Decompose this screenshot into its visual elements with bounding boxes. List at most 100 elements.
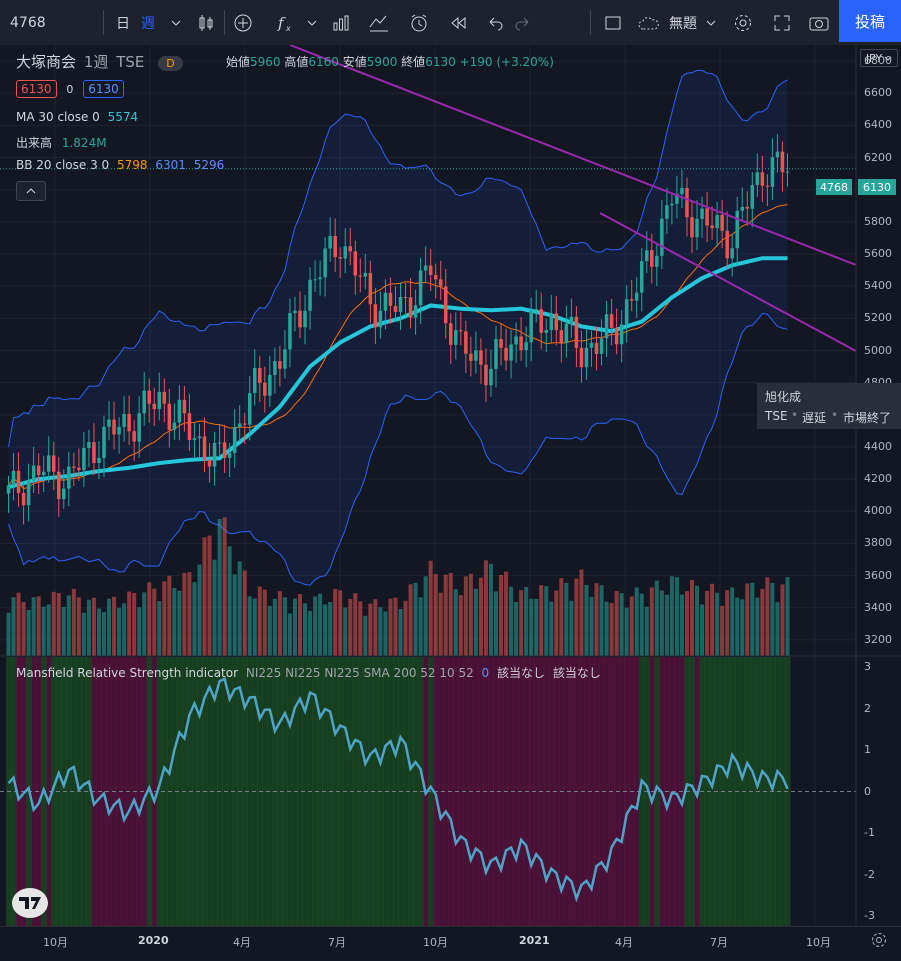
- indicator-value: 0: [481, 666, 490, 680]
- candle-body: [21, 493, 26, 506]
- bb-mid-value: 5798: [117, 158, 148, 172]
- replay-icon[interactable]: [445, 0, 471, 45]
- cloud-icon[interactable]: [638, 0, 660, 45]
- candle-body: [16, 470, 21, 494]
- fullscreen-rect-icon[interactable]: [600, 0, 626, 45]
- volume-bar: [122, 603, 127, 656]
- candle-body: [388, 292, 393, 306]
- volume-bar: [659, 590, 664, 656]
- volume-bar: [564, 582, 569, 656]
- undo-icon[interactable]: [482, 0, 508, 45]
- time-tick-label: 2020: [138, 934, 169, 947]
- high-value: 6160: [308, 55, 339, 69]
- chevron-down-icon[interactable]: [305, 0, 319, 45]
- last-price-tag: 6130: [858, 179, 896, 195]
- volume-bar: [157, 601, 162, 656]
- bb-legend[interactable]: BB 20 close 3 0 5798 6301 5296: [16, 158, 224, 172]
- candle-body: [700, 208, 704, 219]
- alert-icon[interactable]: [406, 0, 432, 45]
- candle-body: [338, 257, 342, 259]
- volume-bar: [11, 597, 16, 656]
- camera-icon[interactable]: [806, 0, 832, 45]
- volume-bar: [277, 591, 282, 656]
- candle-body: [720, 215, 724, 231]
- candle-body: [785, 171, 790, 173]
- candle-body: [690, 217, 694, 238]
- price-tick-label: 4400: [864, 439, 892, 453]
- price-tick-label: 3200: [864, 632, 892, 646]
- candle-body: [247, 393, 252, 425]
- add-compare-icon[interactable]: [230, 0, 256, 45]
- candle-body: [112, 419, 116, 435]
- volume-bar: [740, 599, 745, 656]
- volume-bar: [710, 583, 715, 656]
- volume-bar: [589, 596, 594, 656]
- legend-exchange: TSE: [116, 53, 145, 71]
- candle-body: [634, 292, 639, 301]
- redo-icon[interactable]: [510, 0, 536, 45]
- candle-body: [569, 316, 574, 324]
- delay-badge[interactable]: D: [158, 56, 183, 71]
- volume-bar: [81, 612, 86, 656]
- volume-bar: [368, 603, 373, 656]
- candle-body: [288, 313, 292, 350]
- bid-price[interactable]: 6130: [16, 80, 57, 98]
- candle-body: [539, 309, 543, 333]
- templates-icon[interactable]: [366, 0, 392, 45]
- ask-price[interactable]: 6130: [83, 80, 124, 98]
- volume-bar: [634, 587, 639, 656]
- candle-body: [398, 297, 403, 313]
- volume-legend[interactable]: 出来高 1.824M: [16, 134, 107, 151]
- layout-name[interactable]: 無題: [666, 0, 700, 45]
- settings-gear-icon[interactable]: [870, 931, 888, 953]
- symbol-info-popup[interactable]: 旭化成 TSE • 遅延 • 市場終了: [757, 383, 901, 429]
- tradingview-logo[interactable]: [12, 888, 48, 918]
- volume-bar: [36, 596, 41, 656]
- volume-bar: [669, 576, 674, 656]
- chart-canvas[interactable]: [0, 45, 901, 926]
- candles-icon[interactable]: [193, 0, 219, 45]
- candle-body: [775, 151, 780, 158]
- volume-bar: [297, 594, 303, 656]
- financials-icon[interactable]: [328, 0, 354, 45]
- volume-bar: [267, 605, 272, 656]
- volume-bar: [257, 586, 262, 656]
- price-tick-label: 6400: [864, 118, 892, 132]
- volume-bar: [438, 592, 443, 656]
- volume-value: 1.824M: [61, 136, 107, 150]
- volume-bar: [107, 598, 112, 656]
- separator: [224, 10, 225, 35]
- symbol-name: 大塚商会: [16, 53, 77, 71]
- candle-body: [26, 480, 31, 506]
- candle-body: [765, 185, 770, 187]
- time-axis[interactable]: 10月 2020 4月 7月 10月 2021 4月 7月 10月: [0, 926, 901, 961]
- volume-bar: [177, 590, 182, 656]
- settings-gear-icon[interactable]: [730, 0, 756, 45]
- symbol-search-button[interactable]: 4768: [10, 0, 60, 45]
- interval-week-button[interactable]: 週: [138, 0, 158, 45]
- candle-body: [579, 347, 584, 368]
- volume-bar: [403, 600, 408, 656]
- volume-bar: [182, 572, 187, 656]
- price-tick-label: 5000: [864, 343, 892, 357]
- expand-icon[interactable]: [769, 0, 795, 45]
- ma-legend[interactable]: MA 30 close 0 5574: [16, 110, 138, 124]
- chevron-down-icon[interactable]: [166, 0, 186, 45]
- collapse-legend-button[interactable]: [16, 181, 46, 201]
- indicator-legend[interactable]: Mansfield Relative Strength indicator NI…: [16, 664, 601, 681]
- candle-body: [202, 436, 207, 460]
- interval-day-button[interactable]: 日: [113, 0, 133, 45]
- volume-bar: [619, 593, 624, 656]
- volume-bar: [101, 612, 107, 656]
- candle-body: [484, 364, 488, 386]
- candle-body: [67, 466, 71, 489]
- volume-bar: [488, 563, 493, 656]
- candle-body: [614, 327, 619, 345]
- indicators-icon[interactable]: fx: [272, 0, 298, 45]
- candle-body: [469, 353, 473, 361]
- candle-body: [162, 391, 167, 404]
- candle-body: [549, 313, 554, 330]
- post-button[interactable]: 投稿: [839, 0, 901, 42]
- chevron-down-icon[interactable]: [704, 0, 718, 45]
- volume-bar: [142, 592, 147, 656]
